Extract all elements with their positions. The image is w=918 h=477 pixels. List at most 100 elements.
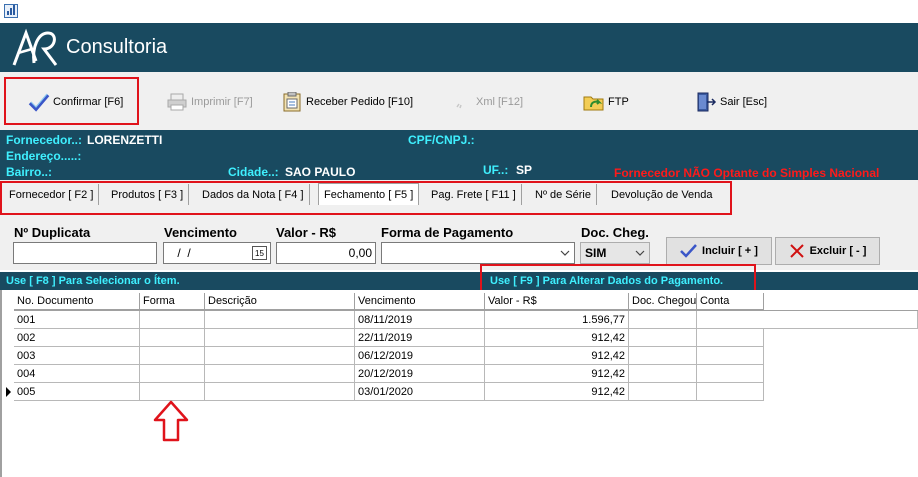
cell-valor: 1.596,77 bbox=[485, 311, 629, 329]
cell-descricao bbox=[205, 311, 355, 329]
cell-documento: 004 bbox=[14, 365, 140, 383]
duplicata-input[interactable] bbox=[13, 242, 157, 264]
xml-button[interactable]: Xml [F12] bbox=[451, 92, 523, 112]
cell-documento: 001 bbox=[14, 311, 140, 329]
cell-doc-chegou bbox=[629, 347, 697, 365]
tab-fechamento[interactable]: Fechamento [ F5 ] bbox=[318, 183, 420, 205]
delete-payment-button[interactable]: Excluir [ - ] bbox=[775, 237, 880, 265]
ftp-button[interactable]: FTP bbox=[583, 92, 629, 112]
add-payment-button[interactable]: Incluir [ + ] bbox=[666, 237, 772, 265]
payments-grid: No. Documento Forma Descrição Vencimento… bbox=[0, 290, 918, 477]
vencimento-label: Vencimento bbox=[164, 225, 237, 240]
calendar-icon[interactable]: 15 bbox=[252, 246, 267, 260]
cell-descricao bbox=[205, 365, 355, 383]
cell-valor: 912,42 bbox=[485, 383, 629, 401]
col-header-conta[interactable]: Conta bbox=[697, 293, 764, 310]
supplier-info-panel: Fornecedor..: LORENZETTI CPF/CNPJ.: Ende… bbox=[0, 130, 918, 180]
delete-payment-label: Excluir [ - ] bbox=[809, 245, 867, 257]
receive-order-button[interactable]: Receber Pedido [F10] bbox=[281, 92, 413, 112]
printer-icon bbox=[167, 93, 187, 111]
select-item-hint: Use [ F8 ] Para Selecionar o Ítem. bbox=[6, 275, 180, 287]
address-label: Endereço.....: bbox=[6, 149, 82, 163]
toolbar: Confirmar [F6] Imprimir [F7] Receber Ped… bbox=[0, 72, 918, 130]
exit-label: Sair [Esc] bbox=[720, 96, 768, 108]
cell-forma bbox=[140, 365, 205, 383]
checkmark-icon bbox=[28, 93, 50, 112]
app-icon bbox=[4, 4, 18, 18]
cell-doc-chegou bbox=[629, 311, 697, 329]
cell-vencimento: 20/12/2019 bbox=[355, 365, 485, 383]
payment-form: Nº Duplicata Vencimento / / 15 Valor - R… bbox=[0, 216, 918, 270]
cell-vencimento: 08/11/2019 bbox=[355, 311, 485, 329]
edit-payment-hint: Use [ F9 ] Para Alterar Dados do Pagamen… bbox=[490, 275, 724, 287]
uf-label: UF..: bbox=[483, 163, 509, 177]
doc-chegou-select[interactable]: SIM bbox=[580, 242, 650, 264]
cell-forma bbox=[140, 329, 205, 347]
col-header-descricao[interactable]: Descrição bbox=[205, 293, 355, 310]
table-row[interactable]: 005 03/01/2020 912,42 bbox=[14, 383, 764, 401]
current-row-indicator-icon bbox=[6, 387, 11, 397]
duplicata-label: Nº Duplicata bbox=[14, 225, 91, 240]
cell-forma bbox=[140, 347, 205, 365]
cell-conta bbox=[697, 383, 764, 401]
cell-documento: 003 bbox=[14, 347, 140, 365]
hint-bar: Use [ F8 ] Para Selecionar o Ítem. Use [… bbox=[0, 272, 918, 290]
clipboard-icon bbox=[283, 92, 301, 112]
ftp-label: FTP bbox=[608, 96, 629, 108]
vencimento-value: / / bbox=[174, 246, 191, 260]
cell-descricao bbox=[205, 329, 355, 347]
tab-devolucao[interactable]: Devolução de Venda bbox=[606, 184, 718, 205]
cell-conta bbox=[697, 347, 764, 365]
cell-descricao bbox=[205, 383, 355, 401]
col-header-vencimento[interactable]: Vencimento bbox=[355, 293, 485, 310]
exit-door-icon bbox=[697, 92, 717, 112]
table-row[interactable]: 001 08/11/2019 1.596,77 bbox=[14, 311, 918, 329]
cell-doc-chegou bbox=[629, 329, 697, 347]
cell-vencimento: 03/01/2020 bbox=[355, 383, 485, 401]
valor-label: Valor - R$ bbox=[276, 225, 336, 240]
checkmark-icon bbox=[680, 244, 697, 258]
cell-conta bbox=[697, 329, 764, 347]
col-header-documento[interactable]: No. Documento bbox=[14, 293, 140, 310]
xml-icon bbox=[456, 103, 462, 109]
confirm-label: Confirmar [F6] bbox=[53, 96, 124, 108]
supplier-value: LORENZETTI bbox=[87, 133, 163, 147]
cell-valor: 912,42 bbox=[485, 347, 629, 365]
col-header-doc-chegou[interactable]: Doc. Chegou bbox=[629, 293, 697, 310]
cell-vencimento: 06/12/2019 bbox=[355, 347, 485, 365]
uf-value: SP bbox=[516, 163, 533, 177]
add-payment-label: Incluir [ + ] bbox=[702, 245, 758, 257]
brand-name: Consultoria bbox=[66, 36, 168, 58]
tab-fornecedor[interactable]: Fornecedor [ F2 ] bbox=[4, 184, 100, 205]
tab-bar: Fornecedor [ F2 ] Produtos [ F3 ] Dados … bbox=[0, 180, 918, 216]
exit-button[interactable]: Sair [Esc] bbox=[695, 92, 767, 112]
col-header-valor[interactable]: Valor - R$ bbox=[485, 293, 629, 310]
valor-input[interactable]: 0,00 bbox=[276, 242, 376, 264]
city-value: SAO PAULO bbox=[285, 165, 356, 179]
tab-numero-serie[interactable]: Nº de Série bbox=[530, 184, 597, 205]
cell-documento: 002 bbox=[14, 329, 140, 347]
doc-chegou-label: Doc. Cheg. bbox=[581, 225, 649, 240]
forma-pagamento-select[interactable] bbox=[381, 242, 575, 264]
chevron-down-icon bbox=[560, 250, 570, 256]
confirm-button[interactable]: Confirmar [F6] bbox=[28, 92, 123, 112]
table-row[interactable]: 004 20/12/2019 912,42 bbox=[14, 365, 764, 383]
cell-conta bbox=[697, 311, 918, 329]
col-header-forma[interactable]: Forma bbox=[140, 293, 205, 310]
chevron-down-icon bbox=[635, 250, 645, 256]
district-label: Bairro..: bbox=[6, 165, 53, 179]
vencimento-input[interactable]: / / 15 bbox=[163, 242, 271, 264]
print-button[interactable]: Imprimir [F7] bbox=[166, 92, 253, 112]
cell-forma bbox=[140, 311, 205, 329]
tab-dados-nota[interactable]: Dados da Nota [ F4 ] bbox=[197, 184, 310, 205]
table-row[interactable]: 003 06/12/2019 912,42 bbox=[14, 347, 764, 365]
cell-doc-chegou bbox=[629, 383, 697, 401]
tab-pag-frete[interactable]: Pag. Frete [ F11 ] bbox=[426, 184, 522, 205]
print-label: Imprimir [F7] bbox=[191, 96, 253, 108]
cell-conta bbox=[697, 365, 764, 383]
city-label: Cidade..: bbox=[228, 165, 279, 179]
tab-produtos[interactable]: Produtos [ F3 ] bbox=[106, 184, 190, 205]
supplier-label: Fornecedor..: bbox=[6, 133, 83, 147]
forma-pagamento-label: Forma de Pagamento bbox=[381, 225, 514, 240]
table-row[interactable]: 002 22/11/2019 912,42 bbox=[14, 329, 764, 347]
